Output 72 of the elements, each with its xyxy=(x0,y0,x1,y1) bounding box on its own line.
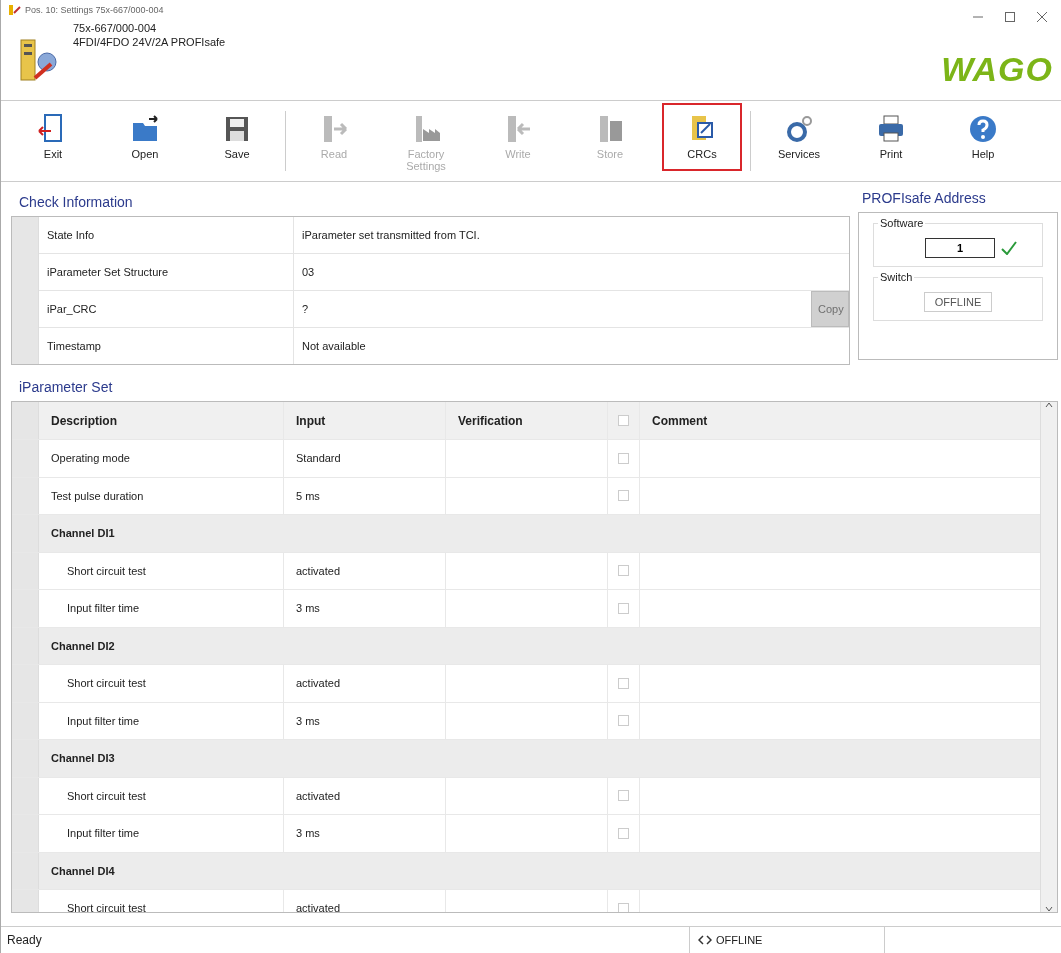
checkbox[interactable] xyxy=(618,565,629,577)
window-title: Pos. 10: Settings 75x-667/000-004 xyxy=(25,5,165,15)
table-cell: Short circuit test xyxy=(39,665,284,702)
group-header: Channel DI1 xyxy=(50,526,116,542)
table-cell: activated xyxy=(284,552,446,589)
maximize-icon[interactable] xyxy=(1005,12,1015,22)
table-cell: Short circuit test xyxy=(39,890,284,912)
table-cell: Input filter time xyxy=(39,815,284,852)
table-cell: Timestamp xyxy=(39,328,294,364)
table-cell-text: ? xyxy=(301,303,310,315)
scrollbar[interactable] xyxy=(1040,402,1057,912)
section-title: Check Information xyxy=(19,194,134,210)
group-label: Switch xyxy=(878,271,915,283)
table-cell: 3 ms xyxy=(284,815,446,852)
table-cell: Input filter time xyxy=(39,702,284,739)
scroll-down-icon xyxy=(1045,906,1053,912)
table-cell: activated xyxy=(284,890,446,912)
table-cell: Operating mode xyxy=(39,440,284,477)
checkbox[interactable] xyxy=(618,902,629,912)
group-header: Channel DI2 xyxy=(50,638,116,654)
table-cell: 3 ms xyxy=(284,590,446,627)
table-cell: Input filter time xyxy=(39,590,284,627)
connection-status: OFFLINE xyxy=(716,934,763,946)
checkbox[interactable] xyxy=(618,677,629,689)
toolbar-button[interactable]: Exit xyxy=(7,103,99,179)
connection-icon xyxy=(698,935,712,945)
table-cell: 5 ms xyxy=(284,477,446,514)
table-cell: Test pulse duration xyxy=(39,477,284,514)
column-header[interactable]: Input xyxy=(284,402,446,439)
toolbar-button[interactable]: Services xyxy=(753,103,845,179)
table-cell: Standard xyxy=(284,440,446,477)
module-name: 75x-667/000-004 xyxy=(73,22,158,34)
close-icon[interactable] xyxy=(1037,12,1047,22)
toolbar-button[interactable]: Open xyxy=(99,103,191,179)
checkbox[interactable] xyxy=(618,715,629,727)
toolbar-button[interactable]: Print xyxy=(845,103,937,179)
module-name: 4FDI/4FDO 24V/2A PROFIsafe xyxy=(73,36,227,48)
toolbar-button[interactable]: Save xyxy=(191,103,283,179)
switch-state: OFFLINE xyxy=(923,292,993,312)
checkbox[interactable] xyxy=(618,490,629,502)
checkbox[interactable] xyxy=(618,602,629,614)
scroll-up-icon xyxy=(1045,402,1053,408)
table-cell-text: iParameter set transmitted from TCI. xyxy=(301,229,481,241)
logo: WAGO xyxy=(941,49,1053,89)
table-cell: Short circuit test xyxy=(39,777,284,814)
column-header[interactable]: Description xyxy=(39,402,284,439)
group-label: Software xyxy=(878,217,926,229)
column-header[interactable]: Verification xyxy=(446,402,608,439)
toolbar-button[interactable]: Help xyxy=(937,103,1029,179)
table-cell: iParameter Set Structure xyxy=(39,254,294,290)
table-cell: State Info xyxy=(39,217,294,253)
help-icon xyxy=(967,113,999,145)
checkbox[interactable] xyxy=(618,790,629,802)
table-cell-text: Not available xyxy=(301,340,367,352)
section-title: iParameter Set xyxy=(19,379,114,395)
table-cell-text: 03 xyxy=(301,266,316,278)
column-header[interactable]: Comment xyxy=(640,402,1040,439)
table-cell: iPar_CRC xyxy=(39,291,294,327)
table-cell: 3 ms xyxy=(284,702,446,739)
app-icon xyxy=(9,5,21,15)
table-cell: activated xyxy=(284,777,446,814)
table-cell: Short circuit test xyxy=(39,552,284,589)
section-title: PROFIsafe Address xyxy=(862,190,987,206)
address-field[interactable]: 1 xyxy=(925,238,995,258)
table-cell: activated xyxy=(284,665,446,702)
toolbar-button[interactable]: CRCs xyxy=(662,103,742,171)
group-header: Channel DI4 xyxy=(50,863,116,879)
status-message: Ready xyxy=(6,933,43,947)
checkbox[interactable] xyxy=(618,452,629,464)
checkbox[interactable] xyxy=(618,415,629,426)
checkbox[interactable] xyxy=(618,827,629,839)
group-header: Channel DI3 xyxy=(50,751,116,767)
